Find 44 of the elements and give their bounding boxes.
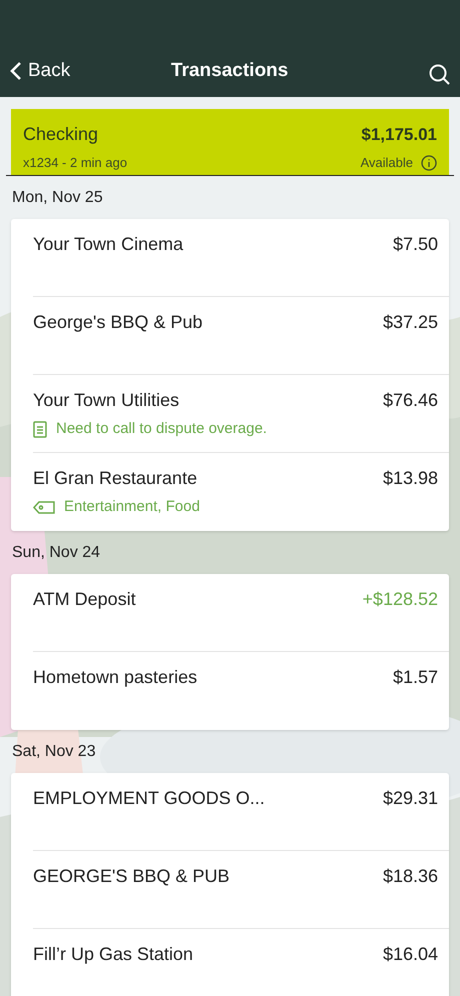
account-balance: $1,175.01 <box>361 124 437 146</box>
transaction-row[interactable]: El Gran Restaurante $13.98 Entertainment, Food <box>33 453 449 531</box>
date-heading: Sat, Nov 23 <box>12 742 96 762</box>
transaction-name: Hometown pasteries <box>33 666 198 689</box>
search-icon[interactable] <box>429 64 450 85</box>
transaction-note: Need to call to dispute overage. <box>56 419 267 439</box>
date-heading: Mon, Nov 25 <box>12 188 103 208</box>
transaction-amount: $16.04 <box>382 943 438 966</box>
transaction-name: El Gran Restaurante <box>33 467 198 490</box>
transaction-name: ATM Deposit <box>33 588 136 611</box>
transaction-amount: $37.25 <box>382 311 438 334</box>
transaction-amount: $13.98 <box>382 467 438 490</box>
transaction-row[interactable]: ATM Deposit +$128.52 <box>33 574 449 652</box>
transaction-row[interactable]: Your Town Cinema $7.50 <box>33 219 449 297</box>
transaction-amount: $29.31 <box>382 787 438 810</box>
transaction-name: EMPLOYMENT GOODS O... <box>33 787 265 810</box>
transaction-row[interactable]: Fill’r Up Gas Station $16.04 <box>33 929 449 996</box>
transaction-amount: $76.46 <box>382 389 438 412</box>
account-card[interactable]: Checking $1,175.01 x1234 - 2 min ago Available <box>11 109 449 175</box>
document-icon <box>33 420 47 438</box>
info-icon[interactable] <box>421 154 437 171</box>
chevron-left-icon <box>10 60 22 81</box>
balance-label: Available <box>360 154 413 172</box>
account-detail: x1234 - 2 min ago <box>23 154 128 172</box>
transaction-name: George's BBQ & Pub <box>33 311 203 334</box>
transaction-row[interactable]: Your Town Utilities $76.46 Need to call to dispute overage. <box>33 375 449 453</box>
transaction-row[interactable]: George's BBQ & Pub $37.25 <box>33 297 449 375</box>
transaction-row[interactable]: Hometown pasteries $1.57 <box>33 652 449 730</box>
transaction-name: GEORGE'S BBQ & PUB <box>33 865 230 888</box>
transaction-amount: $1.57 <box>392 666 438 689</box>
transaction-amount: $18.36 <box>382 865 438 888</box>
transaction-amount: $7.50 <box>392 233 438 256</box>
back-button[interactable]: Back <box>10 56 70 85</box>
transaction-row[interactable]: EMPLOYMENT GOODS O... $29.31 <box>33 773 449 851</box>
transaction-name: Fill’r Up Gas Station <box>33 943 194 966</box>
transaction-amount: +$128.52 <box>362 588 438 611</box>
transaction-name: Your Town Utilities <box>33 389 180 412</box>
transaction-row[interactable]: GEORGE'S BBQ & PUB $18.36 <box>33 851 449 929</box>
transaction-name: Your Town Cinema <box>33 233 184 256</box>
transaction-note: Entertainment, Food <box>64 497 200 517</box>
screen-title: Transactions <box>170 58 290 82</box>
date-heading: Sun, Nov 24 <box>12 542 100 562</box>
account-name: Checking <box>23 123 98 146</box>
tag-icon <box>33 500 55 514</box>
